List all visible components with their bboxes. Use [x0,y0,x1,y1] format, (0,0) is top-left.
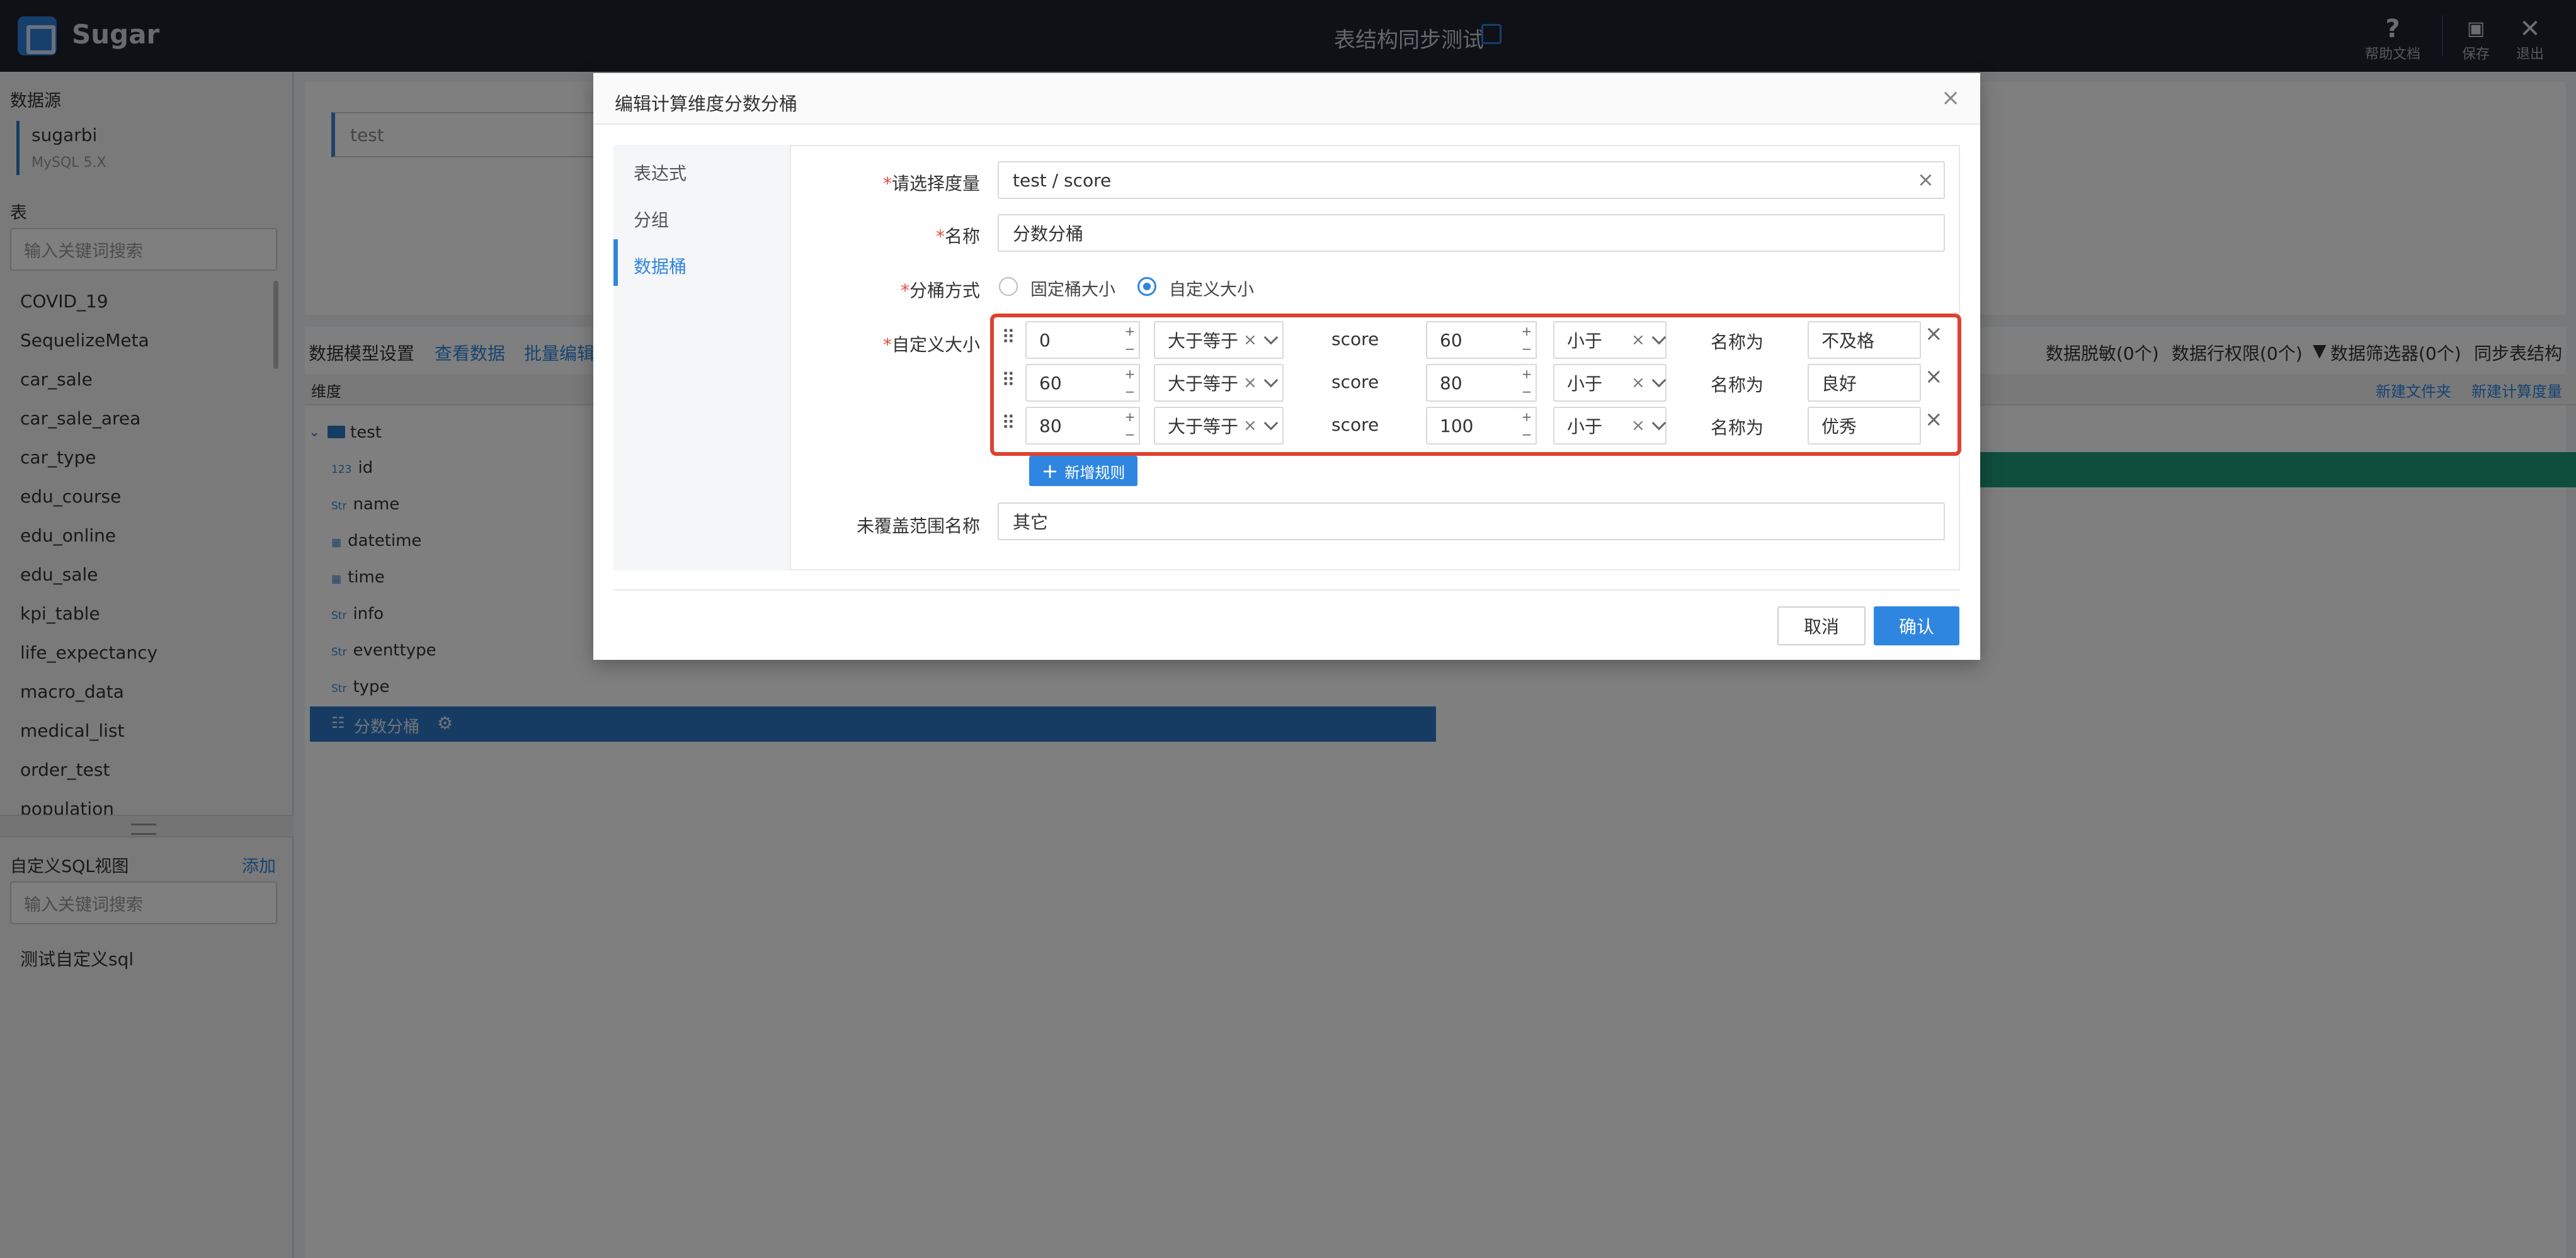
side-item-group[interactable]: 分组 [634,207,669,232]
rule-upper-stepper[interactable]: + − [1518,321,1537,359]
rule-lower-op-select[interactable]: 大于等于 × [1154,407,1284,445]
remove-rule-icon[interactable]: × [1925,407,1943,432]
clear-icon[interactable]: × [1631,416,1645,435]
clear-icon[interactable]: × [1631,373,1645,392]
clear-icon[interactable]: × [1631,331,1645,349]
rule-upper-op-select[interactable]: 小于 × [1553,364,1667,402]
radio-fixed-size[interactable] [999,277,1018,296]
radio-custom-size[interactable] [1137,277,1156,296]
rule-lower-op: 大于等于 [1168,373,1239,394]
rule-name-label: 名称为 [1711,417,1764,438]
chevron-down-icon [1263,416,1279,431]
uncovered-name-input[interactable]: 其它 [998,502,1945,540]
rule-upper-stepper[interactable]: + − [1518,364,1537,402]
measure-label: *请选择度量 [882,173,980,194]
remove-rule-icon[interactable]: × [1925,321,1943,346]
clear-icon[interactable]: × [1243,416,1257,435]
side-item-expression[interactable]: 表达式 [634,160,687,185]
rule-upper-op: 小于 [1567,331,1603,351]
measure-select[interactable]: test / score [998,161,1945,199]
rule-lower-stepper[interactable]: + − [1121,364,1140,402]
rule-lower-op: 大于等于 [1168,331,1239,351]
chevron-down-icon [1651,373,1667,388]
side-active-indicator [613,239,618,286]
name-input[interactable]: 分数分桶 [998,214,1945,252]
cancel-button[interactable]: 取消 [1777,606,1866,645]
rule-name-input[interactable]: 良好 [1808,364,1921,402]
confirm-button[interactable]: 确认 [1874,606,1959,645]
drag-handle-icon[interactable]: ⠿ [1001,371,1015,390]
side-item-bucket[interactable]: 数据桶 [634,253,687,278]
chevron-down-icon [1651,416,1667,431]
remove-rule-icon[interactable]: × [1925,364,1943,389]
clear-measure-icon[interactable]: × [1917,167,1934,191]
dialog-title: 编辑计算维度分数分桶 [615,93,798,115]
rule-name-label: 名称为 [1711,375,1764,395]
close-icon[interactable]: × [1941,87,1960,110]
dialog-footer-divider [613,589,1960,591]
dialog-header [593,73,1980,125]
rule-name-input[interactable]: 不及格 [1808,321,1921,359]
add-rule-button[interactable]: + 新增规则 [1029,456,1137,486]
rule-name-input[interactable]: 优秀 [1808,407,1921,445]
mode-label: *分桶方式 [900,280,980,301]
rule-name-label: 名称为 [1711,332,1764,353]
chevron-down-icon [1263,373,1279,388]
rule-upper-op: 小于 [1567,416,1603,437]
rule-upper-op: 小于 [1567,373,1603,394]
rule-upper-stepper[interactable]: + − [1518,407,1537,445]
drag-handle-icon[interactable]: ⠿ [1001,414,1015,433]
rule-upper-input[interactable]: 60 [1426,321,1519,359]
rule-lower-input[interactable]: 60 [1025,364,1126,402]
rule-lower-input[interactable]: 80 [1025,407,1126,445]
uncovered-label: 未覆盖范围名称 [856,516,980,536]
rule-field: score [1331,329,1379,349]
rule-lower-op-select[interactable]: 大于等于 × [1154,321,1284,359]
rule-field: score [1331,414,1379,435]
measure-value: test / score [1013,169,1112,191]
add-rule-label: 新增规则 [1064,463,1126,482]
rule-field: score [1331,371,1379,392]
rule-upper-op-select[interactable]: 小于 × [1553,321,1667,359]
drag-handle-icon[interactable]: ⠿ [1001,329,1015,348]
custom-size-label[interactable]: 自定义大小 [1169,276,1254,300]
rule-lower-op: 大于等于 [1168,416,1239,437]
rule-lower-stepper[interactable]: + − [1121,321,1140,359]
rule-lower-op-select[interactable]: 大于等于 × [1154,364,1284,402]
plus-icon: + [1041,459,1059,483]
rule-lower-stepper[interactable]: + − [1121,407,1140,445]
clear-icon[interactable]: × [1243,373,1257,392]
clear-icon[interactable]: × [1243,331,1257,349]
rule-lower-input[interactable]: 0 [1025,321,1126,359]
name-label: *名称 [935,226,980,247]
chevron-down-icon [1651,330,1667,345]
fixed-size-label[interactable]: 固定桶大小 [1030,276,1115,300]
chevron-down-icon [1263,330,1279,345]
rule-upper-op-select[interactable]: 小于 × [1553,407,1667,445]
custom-size-field-label: *自定义大小 [882,334,980,355]
rule-upper-input[interactable]: 100 [1426,407,1519,445]
rule-upper-input[interactable]: 80 [1426,364,1519,402]
